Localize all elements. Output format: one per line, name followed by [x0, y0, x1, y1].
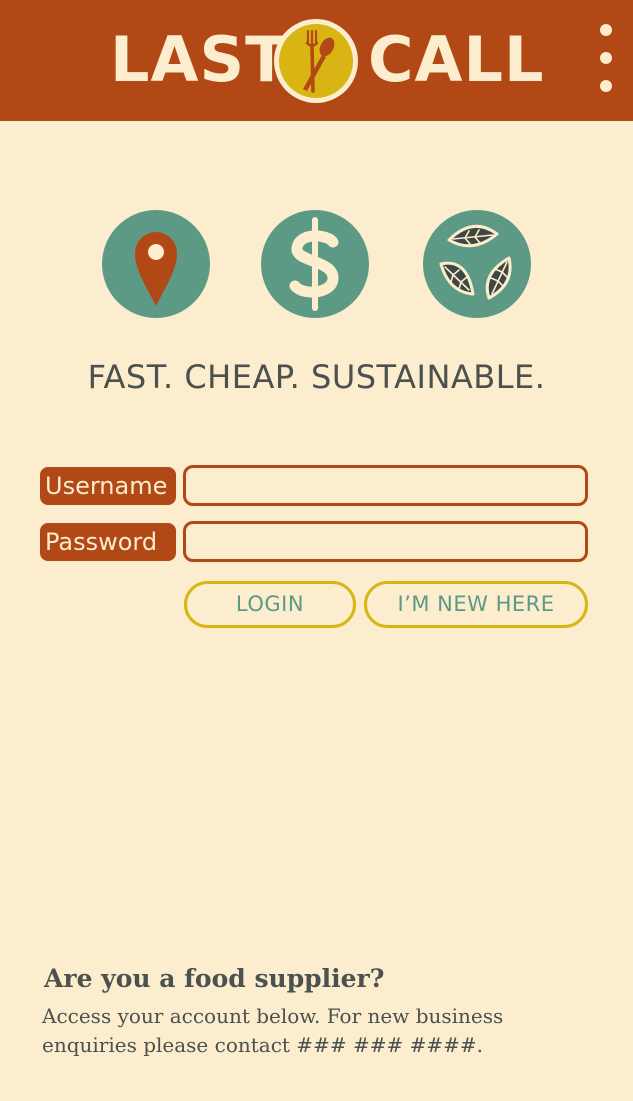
app-header: LAST CALL [0, 0, 633, 121]
login-button[interactable]: LOGIN [184, 581, 356, 628]
logo-text-call: CALL [368, 23, 545, 96]
supplier-description: Access your account below. For new busin… [42, 1004, 504, 1057]
new-here-button[interactable]: I’M NEW HERE [364, 581, 588, 628]
location-pin-icon [102, 210, 210, 318]
menu-dot [600, 80, 612, 92]
menu-dot [600, 24, 612, 36]
username-label: Username [40, 467, 176, 505]
password-label: Password [40, 523, 176, 561]
leaves-icon [423, 210, 531, 318]
dollar-sign-icon [261, 210, 369, 318]
logo-text-last: LAST [110, 23, 289, 96]
password-input[interactable] [183, 521, 588, 562]
menu-dot [600, 52, 612, 64]
username-input[interactable] [183, 465, 588, 506]
supplier-heading: Are you a food supplier? [44, 964, 385, 993]
fork-spoon-logo-icon [274, 19, 358, 103]
tagline: FAST. CHEAP. SUSTAINABLE. [87, 358, 546, 396]
more-vertical-icon[interactable] [590, 22, 622, 94]
